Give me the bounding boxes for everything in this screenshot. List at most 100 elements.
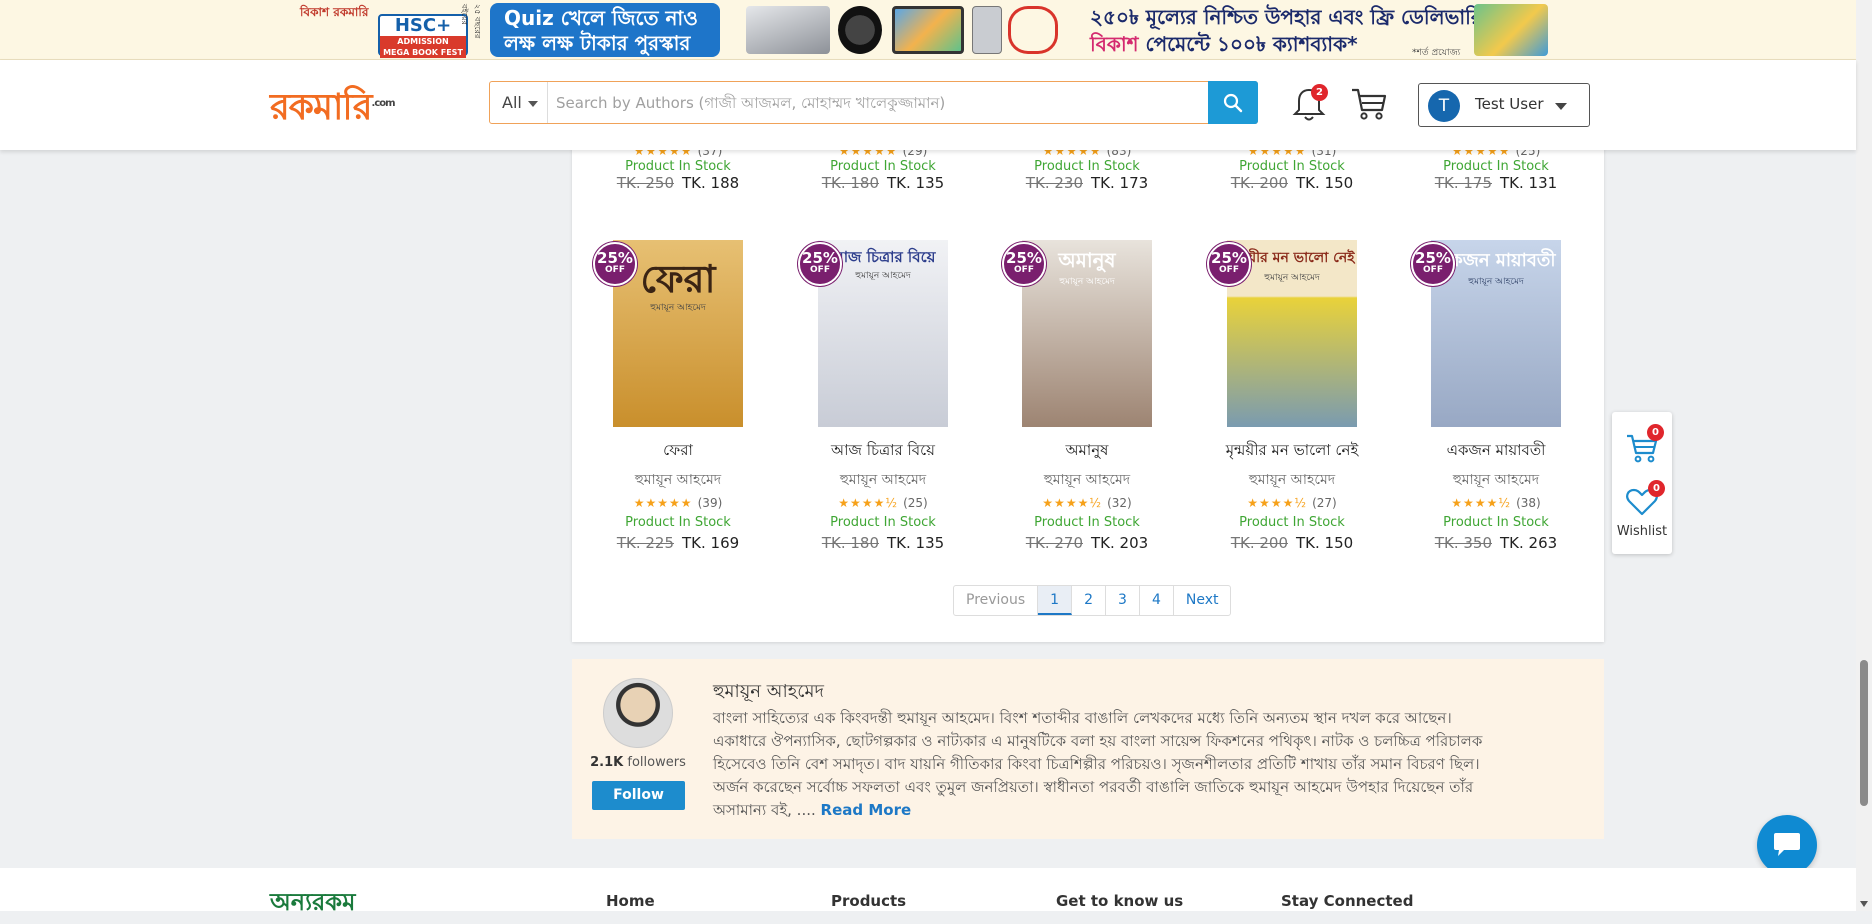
product-author[interactable]: হুমায়ূন আহমেদ [1203, 468, 1381, 492]
stock-status: Product In Stock [1443, 515, 1549, 530]
old-price: TK. 180 [821, 534, 879, 552]
wishlist-button[interactable]: 0 [1626, 480, 1665, 520]
page-4-button[interactable]: 4 [1140, 586, 1174, 615]
rating-count: (39) [697, 496, 723, 510]
discount-badge: 25% OFF [593, 242, 637, 286]
notification-button[interactable]: 2 [1292, 84, 1328, 124]
product-card[interactable]: মৃন্ময়ীর মন ভালো নেই হুমায়ূন আহমেদ 25%… [1203, 240, 1381, 552]
followers-number: 2.1K [590, 755, 624, 770]
search-category-label: All [502, 93, 522, 112]
product-card[interactable]: ফেরা হুমায়ূন আহমেদ 25% OFF ফেরা হুমায়ূন… [589, 240, 767, 552]
discount-value: 25% [1006, 249, 1042, 267]
product-card[interactable]: আজ চিত্রার বিয়ে হুমায়ূন আহমেদ 25% OFF আ… [794, 240, 972, 552]
followers-count: 2.1K followers [584, 755, 692, 770]
search-button[interactable] [1208, 81, 1258, 124]
followers-label: followers [627, 755, 686, 770]
hsc-fest: MEGA BOOK FEST [380, 47, 466, 58]
old-price: TK. 225 [616, 534, 674, 552]
logo-text: রকমারি [270, 87, 373, 128]
discount-badge: 25% OFF [1002, 242, 1046, 286]
page-3-button[interactable]: 3 [1106, 586, 1140, 615]
old-price: TK. 230 [1025, 174, 1083, 192]
product-author[interactable]: হুমায়ূন আহমেদ [1407, 468, 1585, 492]
next-page-button[interactable]: Next [1174, 586, 1231, 615]
user-menu-dropdown[interactable]: T Test User [1418, 83, 1590, 127]
discount-label: OFF [810, 265, 830, 275]
stationery-gift-image [1474, 4, 1548, 56]
footer-link-products[interactable]: Products [831, 892, 906, 910]
follow-button[interactable]: Follow [592, 781, 685, 810]
terms-note: *শর্ত প্রযোজ্য [1412, 48, 1461, 58]
chat-bubble-icon [1774, 833, 1800, 856]
footer-link-stay-connected[interactable]: Stay Connected [1281, 892, 1413, 910]
promo-banner[interactable]: বিকাশ রকমারি HSC+ ADMISSION MEGA BOOK FE… [0, 0, 1872, 60]
logo-suffix: .com [371, 98, 396, 109]
author-bio: বাংলা সাহিত্যের এক কিংবদন্তী হুমায়ূন আহ… [713, 707, 1503, 822]
discount-badge: 25% OFF [1411, 242, 1455, 286]
footer-logo[interactable]: অন্যরকম [270, 884, 355, 924]
discount-label: OFF [1423, 265, 1443, 275]
author-info-panel: 2.1K followers Follow হুমায়ূন আহমেদ বাং… [572, 659, 1604, 839]
hsc-subtitle: ADMISSION [380, 36, 466, 47]
rating-count: (25) [903, 496, 928, 510]
star-rating: ★★★★½ [838, 496, 898, 510]
site-logo[interactable]: রকমারি.com [270, 80, 396, 140]
wishlist-label[interactable]: Wishlist [1612, 524, 1672, 539]
chat-button[interactable] [1757, 815, 1817, 875]
vertical-scrollbar[interactable] [1856, 0, 1872, 911]
product-author[interactable]: হুমায়ূন আহমেদ [794, 468, 972, 492]
footer-link-get-to-know-us[interactable]: Get to know us [1056, 892, 1183, 910]
site-footer: অন্যরকম Home Products Get to know us Sta… [0, 868, 1856, 916]
promo-brand-logos: বিকাশ রকমারি [300, 5, 369, 19]
product-title[interactable]: ফেরা [589, 439, 767, 464]
old-price: TK. 200 [1230, 534, 1288, 552]
floating-cart-button[interactable]: 0 [1625, 424, 1664, 468]
product-title[interactable]: অমানুষ [998, 439, 1176, 464]
old-price: TK. 175 [1434, 174, 1492, 192]
read-more-link[interactable]: Read More [821, 801, 912, 819]
scroll-down-arrow-icon[interactable] [1860, 901, 1868, 907]
notification-count-badge: 2 [1311, 84, 1328, 101]
scrollbar-thumb[interactable] [1860, 660, 1868, 806]
page-2-button[interactable]: 2 [1072, 586, 1107, 615]
discount-badge: 25% OFF [798, 242, 842, 286]
rating-count: (32) [1107, 496, 1132, 510]
author-name: হুমায়ূন আহমেদ [713, 681, 824, 702]
user-name: Test User [1475, 95, 1544, 113]
price: TK. 263 [1500, 534, 1558, 552]
footer-link-home[interactable]: Home [606, 892, 655, 910]
previous-page-button[interactable]: Previous [954, 586, 1039, 615]
search-input[interactable] [554, 86, 1194, 119]
product-card[interactable]: একজন মায়াবতী হুমায়ূন আহমেদ 25% OFF একজন… [1407, 240, 1585, 552]
search-bar: All [489, 81, 1258, 124]
cart-button[interactable] [1350, 86, 1388, 122]
gadget-prizes-image [746, 4, 1058, 56]
product-title[interactable]: মৃন্ময়ীর মন ভালো নেই [1203, 439, 1381, 464]
discount-label: OFF [1219, 265, 1239, 275]
product-author[interactable]: হুমায়ূন আহমেদ [589, 468, 767, 492]
old-price: TK. 270 [1025, 534, 1083, 552]
search-icon [1223, 93, 1243, 112]
product-card[interactable]: অমানুষ হুমায়ূন আহমেদ 25% OFF অমানুষ হুমা… [998, 240, 1176, 552]
price: TK. 203 [1091, 534, 1149, 552]
product-title[interactable]: আজ চিত্রার বিয়ে [794, 439, 972, 464]
quiz-banner[interactable]: Quiz খেলে জিতে নাও লক্ষ লক্ষ টাকার পুরস্… [490, 3, 720, 57]
old-price: TK. 350 [1434, 534, 1492, 552]
price: TK. 188 [682, 174, 740, 192]
hsc-admission-logo: HSC+ ADMISSION MEGA BOOK FEST [378, 14, 468, 58]
price: TK. 150 [1296, 534, 1354, 552]
quiz-line-1: Quiz খেলে জিতে নাও [504, 6, 698, 30]
page-1-button[interactable]: 1 [1038, 586, 1073, 615]
caret-down-icon [1555, 103, 1567, 110]
stock-status: Product In Stock [1443, 159, 1549, 174]
discount-value: 25% [1211, 249, 1247, 267]
search-category-select[interactable]: All [490, 82, 548, 123]
avatar: T [1428, 90, 1460, 122]
discount-label: OFF [1014, 265, 1034, 275]
product-author[interactable]: হুমায়ূন আহমেদ [998, 468, 1176, 492]
discount-label: OFF [605, 265, 625, 275]
product-title[interactable]: একজন মায়াবতী [1407, 439, 1585, 464]
cover-author: হুমায়ূন আহমেদ [650, 303, 706, 313]
hsc-title: HSC+ [394, 15, 452, 36]
stock-status: Product In Stock [625, 515, 731, 530]
